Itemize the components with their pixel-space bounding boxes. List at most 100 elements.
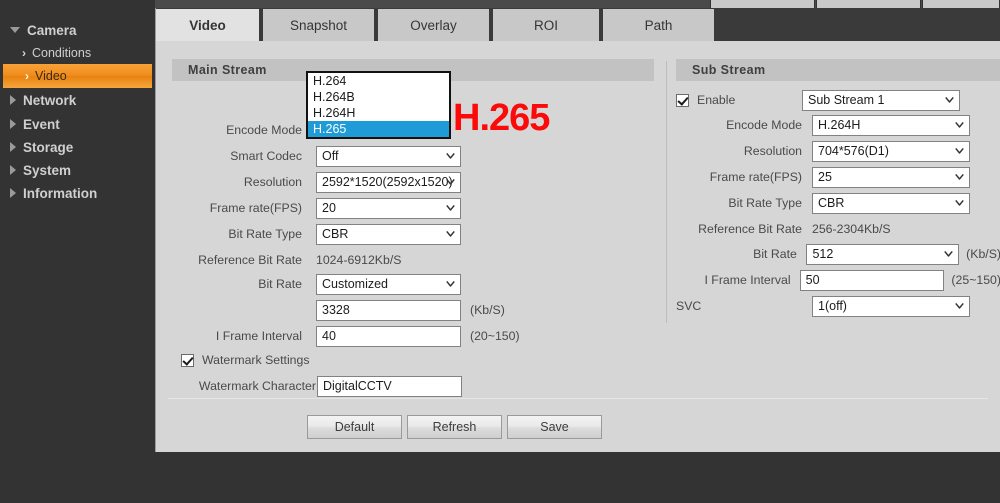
tab-path[interactable]: Path	[601, 9, 716, 41]
column-divider	[666, 61, 667, 323]
sidebar-item-network[interactable]: Network	[0, 88, 155, 112]
sub-resolution-select[interactable]: 704*576(D1)	[812, 140, 970, 162]
sub-reference-bit-rate-label: Reference Bit Rate	[698, 222, 802, 236]
sub-bit-rate-select[interactable]: 512	[806, 243, 960, 265]
sub-stream-title: Sub Stream	[692, 63, 766, 77]
main-i-frame-interval-range: (20~150)	[470, 329, 520, 343]
sidebar-item-label: Camera	[27, 22, 77, 38]
chevron-down-icon	[955, 199, 964, 206]
dropdown-option-h264h[interactable]: H.264H	[308, 105, 449, 121]
main-bit-rate-label: Bit Rate	[258, 277, 302, 291]
triangle-down-icon	[10, 27, 20, 33]
sub-enable-checkbox[interactable]	[676, 93, 689, 107]
sub-frame-rate-value: 25	[818, 170, 832, 184]
row-sub-encode-mode: Encode Mode H.264H	[676, 114, 1000, 136]
sub-i-frame-interval-range: (25~150)	[951, 273, 1000, 287]
main-encode-mode-label: Encode Mode	[226, 123, 302, 137]
camera-web-ui: Camera › Conditions › Video Network Even…	[0, 0, 1000, 503]
row-sub-resolution: Resolution 704*576(D1)	[676, 140, 1000, 162]
sub-reference-bit-rate-value: 256-2304Kb/S	[812, 222, 891, 236]
main-bit-rate-unit: (Kb/S)	[470, 303, 505, 317]
sidebar-item-conditions[interactable]: › Conditions	[0, 41, 155, 65]
sub-encode-mode-select[interactable]: H.264H	[812, 114, 970, 136]
row-sub-bit-rate-type: Bit Rate Type CBR	[676, 192, 1000, 214]
main-i-frame-interval-input[interactable]: 40	[316, 325, 461, 347]
row-main-frame-rate: Frame rate(FPS) 20	[172, 197, 642, 219]
row-main-bit-rate: Bit Rate Customized	[172, 273, 642, 295]
sub-bit-rate-label: Bit Rate	[753, 247, 797, 261]
annotation-h265: H.265	[453, 97, 550, 139]
sub-bit-rate-type-label: Bit Rate Type	[728, 196, 802, 210]
watermark-settings-checkbox[interactable]	[181, 353, 194, 367]
row-main-bit-rate-type: Bit Rate Type CBR	[172, 223, 642, 245]
tab-roi[interactable]: ROI	[491, 9, 601, 41]
sub-i-frame-interval-input[interactable]: 50	[799, 269, 945, 291]
main-encode-mode-dropdown-list[interactable]: H.264 H.264B H.264H H.265	[306, 71, 451, 139]
main-bit-rate-custom-input[interactable]: 3328	[316, 299, 461, 321]
sidebar-item-label: Video	[35, 69, 67, 83]
sub-svc-value: 1(off)	[818, 299, 847, 313]
chevron-down-icon	[446, 204, 455, 211]
main-frame-rate-select[interactable]: 20	[316, 197, 461, 219]
main-frame-rate-label: Frame rate(FPS)	[209, 201, 302, 215]
sidebar-item-information[interactable]: Information	[0, 181, 155, 205]
main-resolution-select[interactable]: 2592*1520(2592x1520)	[316, 171, 461, 193]
sidebar-item-video[interactable]: › Video	[3, 64, 152, 88]
chevron-down-icon	[955, 302, 964, 309]
sub-frame-rate-label: Frame rate(FPS)	[709, 170, 802, 184]
row-sub-bit-rate: Bit Rate 512 (Kb/S)	[676, 243, 1000, 265]
main-reference-bit-rate-value: 1024-6912Kb/S	[316, 253, 402, 267]
dropdown-option-h264[interactable]: H.264	[308, 73, 449, 89]
sidebar-item-label: Conditions	[32, 46, 92, 60]
row-sub-svc: SVC 1(off)	[676, 295, 1000, 317]
main-smart-codec-select[interactable]: Off	[316, 145, 461, 167]
sidebar-item-system[interactable]: System	[0, 158, 155, 182]
top-strip-tab-3[interactable]	[922, 0, 1000, 8]
triangle-right-icon	[10, 119, 16, 129]
sub-bit-rate-type-select[interactable]: CBR	[812, 192, 970, 214]
sub-resolution-value: 704*576(D1)	[818, 144, 889, 158]
tab-overlay[interactable]: Overlay	[376, 9, 491, 41]
save-button[interactable]: Save	[507, 415, 602, 439]
main-stream-title: Main Stream	[188, 63, 267, 77]
row-main-smart-codec: Smart Codec Off	[172, 145, 642, 167]
dropdown-option-h265[interactable]: H.265	[308, 121, 449, 137]
sidebar-item-label: Storage	[23, 139, 74, 155]
refresh-button[interactable]: Refresh	[407, 415, 502, 439]
sidebar-item-label: Information	[23, 185, 98, 201]
sub-svc-select[interactable]: 1(off)	[812, 295, 970, 317]
default-button[interactable]: Default	[307, 415, 402, 439]
main-resolution-label: Resolution	[243, 175, 302, 189]
chevron-down-icon	[446, 230, 455, 237]
sidebar-item-storage[interactable]: Storage	[0, 135, 155, 159]
sidebar-item-event[interactable]: Event	[0, 112, 155, 136]
sidebar-item-camera[interactable]: Camera	[0, 18, 155, 42]
triangle-right-icon	[10, 165, 16, 175]
footer-separator	[168, 398, 988, 399]
tab-video[interactable]: Video	[156, 9, 261, 41]
chevron-down-icon	[955, 147, 964, 154]
triangle-right-icon	[10, 142, 16, 152]
main-bit-rate-type-select[interactable]: CBR	[316, 223, 461, 245]
chevron-down-icon	[944, 250, 953, 257]
triangle-right-icon	[10, 188, 16, 198]
row-main-i-frame-interval: I Frame Interval 40 (20~150)	[172, 325, 642, 347]
chevron-right-icon: ›	[22, 46, 26, 60]
main-bit-rate-type-label: Bit Rate Type	[228, 227, 302, 241]
watermark-character-input[interactable]: DigitalCCTV	[317, 375, 462, 397]
sub-stream-select[interactable]: Sub Stream 1	[802, 89, 960, 111]
sub-resolution-label: Resolution	[743, 144, 802, 158]
chevron-down-icon	[955, 121, 964, 128]
tab-snapshot[interactable]: Snapshot	[261, 9, 376, 41]
sub-frame-rate-select[interactable]: 25	[812, 166, 970, 188]
row-watermark-settings: Watermark Settings	[181, 349, 651, 371]
row-watermark-character: Watermark Character DigitalCCTV	[172, 375, 642, 397]
sidebar-item-label: Event	[23, 116, 60, 132]
dropdown-option-h264b[interactable]: H.264B	[308, 89, 449, 105]
sub-stream-value: Sub Stream 1	[808, 93, 885, 107]
row-sub-reference-bit-rate: Reference Bit Rate 256-2304Kb/S	[676, 218, 1000, 240]
main-bit-rate-select[interactable]: Customized	[316, 273, 461, 295]
top-strip-tab-1[interactable]	[710, 0, 815, 8]
row-main-resolution: Resolution 2592*1520(2592x1520)	[172, 171, 642, 193]
top-strip-tab-2[interactable]	[816, 0, 921, 8]
